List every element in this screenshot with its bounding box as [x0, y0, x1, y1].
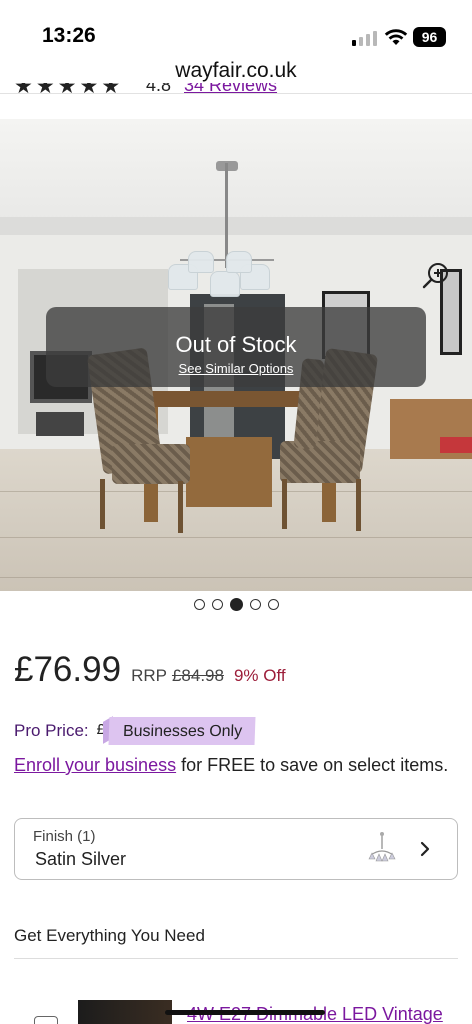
chevron-right-icon: [420, 841, 430, 857]
carousel-dot[interactable]: [211, 599, 223, 610]
carousel-dot[interactable]: [249, 599, 261, 610]
divider: [14, 958, 458, 959]
product-thumbnail[interactable]: [78, 1000, 172, 1024]
star-rating: ★ ★ ★ ★ ★: [14, 83, 120, 97]
star-icon: ★: [14, 83, 33, 97]
url-text: wayfair.co.uk: [175, 59, 297, 82]
chandelier-thumbnail-icon: [368, 832, 396, 862]
product-image[interactable]: Out of Stock See Similar Options: [0, 119, 472, 591]
businesses-only-badge: Businesses Only: [108, 717, 256, 745]
pro-price-label: Pro Price:: [14, 721, 89, 740]
rrp-label: RRP: [131, 666, 167, 685]
enroll-message: Enroll your business for FREE to save on…: [14, 750, 458, 780]
star-icon: ★: [79, 83, 99, 97]
pro-price-row: Pro Price: £ Businesses Only: [14, 716, 256, 745]
finish-selector[interactable]: Finish (1) Satin Silver: [14, 818, 458, 880]
cellular-signal-icon: [352, 30, 378, 46]
carousel-dot[interactable]: [267, 599, 279, 610]
out-of-stock-title: Out of Stock: [175, 332, 297, 357]
see-similar-options-link[interactable]: See Similar Options: [46, 361, 426, 376]
finish-label: Finish (1): [33, 828, 96, 845]
home-indicator: [165, 1010, 325, 1015]
enroll-business-link[interactable]: Enroll your business: [14, 755, 176, 775]
reviews-link[interactable]: 34 Reviews: [184, 83, 277, 96]
carousel-pagination: [0, 598, 472, 611]
carousel-dot[interactable]: [193, 599, 205, 610]
battery-indicator: 96: [413, 27, 446, 47]
wifi-icon: [384, 29, 408, 45]
status-bar: 13:26 96: [0, 0, 472, 58]
finish-value: Satin Silver: [35, 849, 127, 869]
enroll-description: for FREE to save on select items.: [176, 755, 449, 775]
price-row: £76.99 RRP £84.98 9% Off: [14, 650, 286, 690]
star-icon: ★: [101, 83, 121, 97]
carousel-dot-active[interactable]: [229, 598, 243, 611]
status-time: 13:26: [42, 24, 96, 47]
star-icon: ★: [57, 83, 77, 97]
section-title: Get Everything You Need: [14, 926, 205, 945]
sale-price: £76.99: [14, 650, 122, 689]
rating-value: 4.8: [146, 83, 172, 95]
rating-row: ★ ★ ★ ★ ★ 4.8 34 Reviews: [14, 83, 314, 97]
out-of-stock-overlay: Out of Stock See Similar Options: [46, 307, 426, 387]
add-item-checkbox[interactable]: [34, 1016, 58, 1024]
discount-badge: 9% Off: [233, 666, 286, 685]
star-icon: ★: [35, 83, 55, 97]
zoom-in-icon[interactable]: [422, 261, 450, 289]
rrp-value: £84.98: [171, 666, 224, 685]
